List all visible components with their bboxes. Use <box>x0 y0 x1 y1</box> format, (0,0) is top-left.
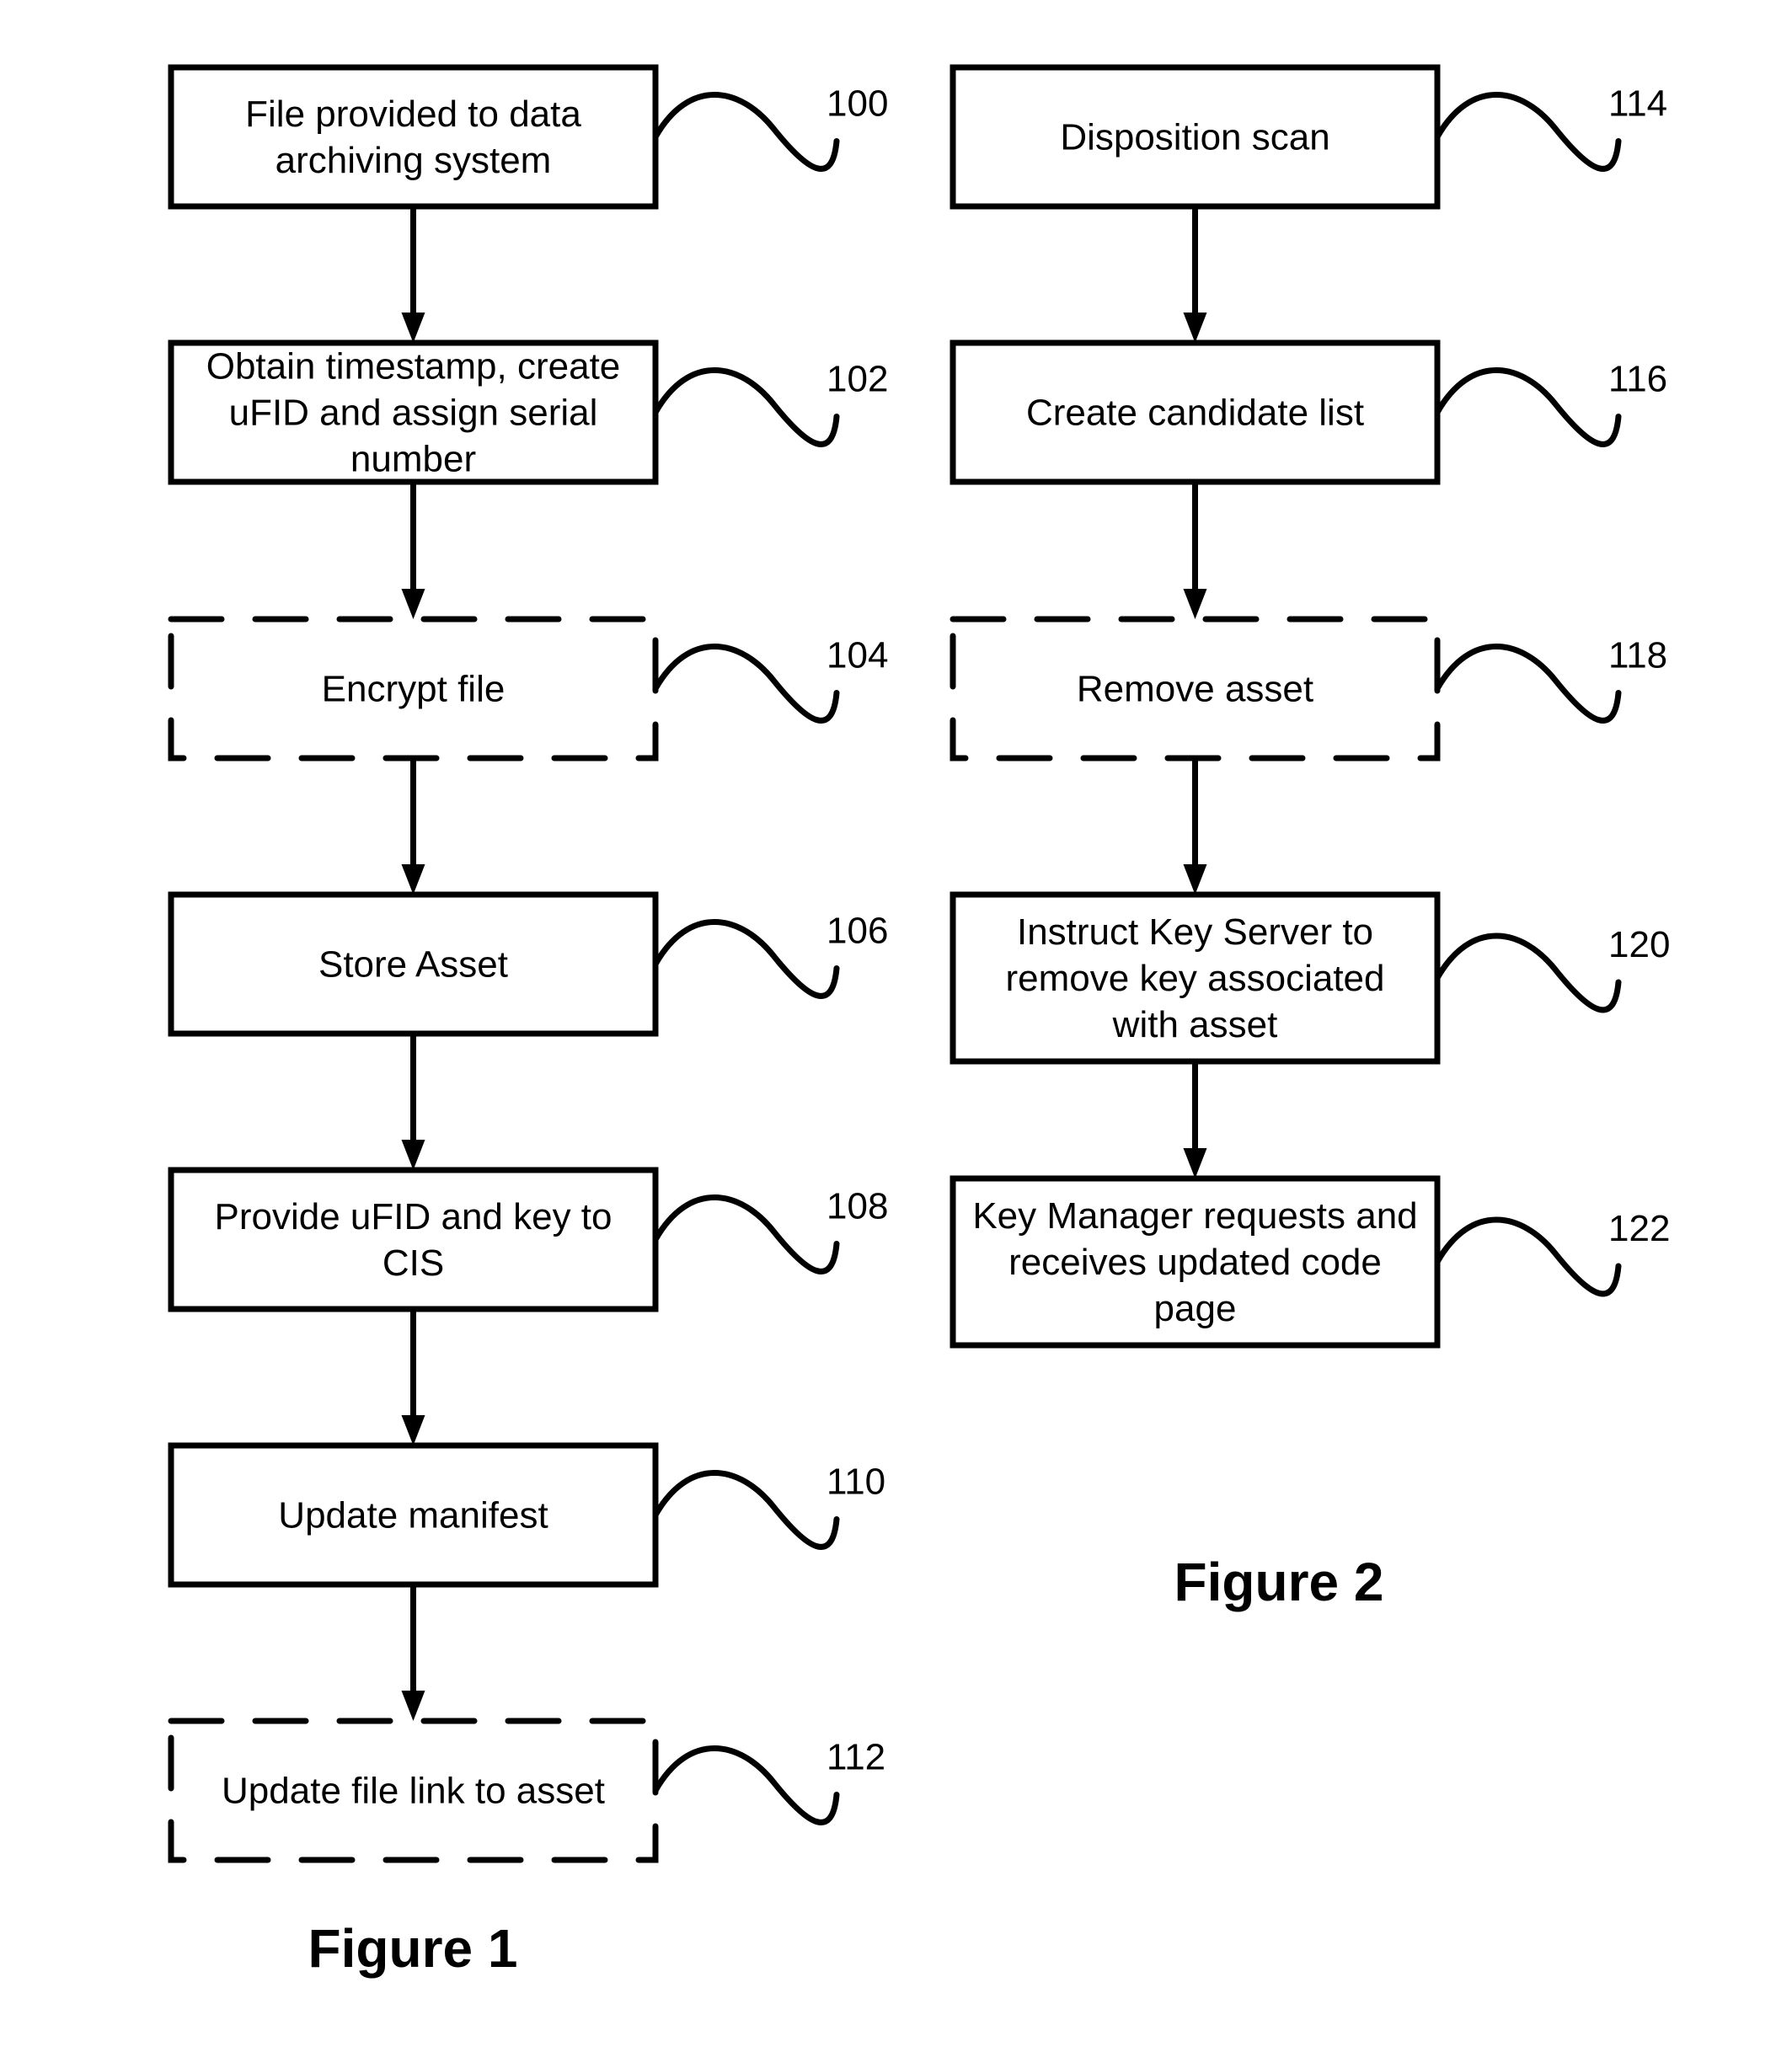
step-108: Provide uFID and key to CIS 108 <box>168 1167 888 1312</box>
step-text: Remove asset <box>1077 669 1313 710</box>
arrow-head-icon <box>401 589 425 619</box>
reference-number: 114 <box>1608 83 1667 125</box>
step-text: remove key associated <box>1006 958 1385 999</box>
step-text: Store Asset <box>318 944 508 986</box>
step-112: Update file link to asset 112 <box>168 1718 885 1863</box>
reference-number: 118 <box>1608 635 1667 676</box>
reference-number: 120 <box>1608 924 1670 965</box>
reference-number: 112 <box>826 1737 885 1778</box>
reference-number: 108 <box>826 1186 888 1227</box>
step-box <box>168 1167 659 1312</box>
step-text: Disposition scan <box>1060 117 1329 158</box>
step-box <box>168 64 659 210</box>
reference-number: 116 <box>1608 359 1667 400</box>
arrow-head-icon <box>401 864 425 895</box>
arrow-head-icon <box>1183 313 1207 343</box>
step-text: Instruct Key Server to <box>1017 911 1373 953</box>
reference-leader-icon <box>1434 1216 1622 1297</box>
step-text: page <box>1154 1288 1237 1329</box>
reference-number: 106 <box>826 911 888 952</box>
reference-leader-icon <box>1434 932 1622 1013</box>
reference-leader-icon <box>1434 367 1622 447</box>
step-text: receives updated code <box>1008 1242 1382 1283</box>
reference-leader-icon <box>652 644 840 724</box>
reference-leader-icon <box>652 1194 840 1274</box>
reference-number: 122 <box>1608 1208 1670 1249</box>
arrow-head-icon <box>401 1415 425 1445</box>
arrow-head-icon <box>401 1140 425 1170</box>
step-text: Key Manager requests and <box>972 1195 1417 1237</box>
step-text: Create candidate list <box>1026 393 1364 434</box>
step-text: with asset <box>1112 1004 1278 1045</box>
step-text: number <box>350 439 476 480</box>
figure-1-flowchart: File provided to data archiving system 100… <box>168 64 888 1863</box>
reference-leader-icon <box>1434 92 1622 172</box>
step-text: Provide uFID and key to <box>214 1196 612 1237</box>
figure-2-caption: Figure 2 <box>1174 1552 1384 1612</box>
figure-1-caption: Figure 1 <box>308 1918 518 1979</box>
reference-leader-icon <box>652 367 840 447</box>
step-104: Encrypt file 104 <box>168 616 888 761</box>
arrow-head-icon <box>401 1691 425 1721</box>
step-text: Encrypt file <box>322 669 506 710</box>
step-106: Store Asset 106 <box>168 891 888 1037</box>
step-116: Create candidate list 116 <box>949 339 1667 485</box>
step-text: uFID and assign serial <box>229 393 598 434</box>
arrow-head-icon <box>1183 589 1207 619</box>
arrow-head-icon <box>401 313 425 343</box>
step-text: CIS <box>382 1242 444 1284</box>
reference-leader-icon <box>652 1745 840 1825</box>
reference-number: 110 <box>826 1461 885 1503</box>
reference-number: 104 <box>826 635 888 676</box>
reference-leader-icon <box>652 1470 840 1550</box>
step-102: Obtain timestamp, create uFID and assign … <box>168 339 888 485</box>
arrow-head-icon <box>1183 864 1207 895</box>
step-122: Key Manager requests and receives updated… <box>949 1175 1670 1349</box>
reference-leader-icon <box>1434 644 1622 724</box>
step-120: Instruct Key Server to remove key associa… <box>949 891 1670 1065</box>
step-114: Disposition scan 114 <box>949 64 1667 210</box>
step-text: archiving system <box>275 140 552 181</box>
reference-number: 102 <box>826 359 888 400</box>
step-100: File provided to data archiving system 100 <box>168 64 888 210</box>
step-text: Update manifest <box>278 1495 548 1536</box>
step-text: Obtain timestamp, create <box>206 346 621 387</box>
step-110: Update manifest 110 <box>168 1442 885 1588</box>
reference-number: 100 <box>826 83 888 125</box>
arrow-head-icon <box>1183 1148 1207 1178</box>
reference-leader-icon <box>652 919 840 999</box>
flowchart-diagram: File provided to data archiving system 100… <box>168 64 1670 1979</box>
reference-leader-icon <box>652 92 840 172</box>
step-text: File provided to data <box>245 94 581 135</box>
figure-2-flowchart: Disposition scan 114 Create candidate list… <box>949 64 1670 1349</box>
step-text: Update file link to asset <box>222 1771 605 1812</box>
step-118: Remove asset 118 <box>949 616 1667 761</box>
